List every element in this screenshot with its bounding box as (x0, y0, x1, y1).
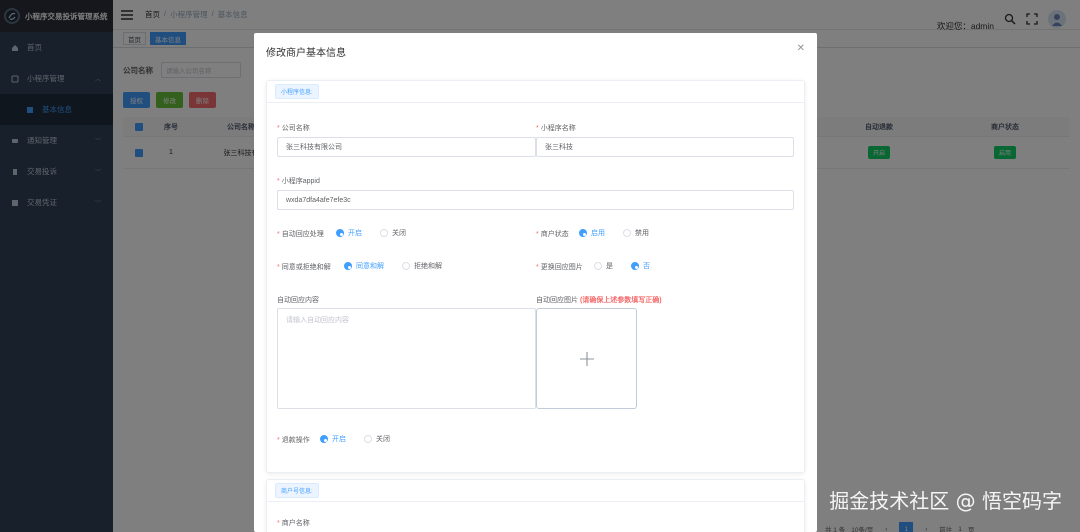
app-name-label: * 小程序名称 (536, 125, 576, 132)
image-upload[interactable] (536, 308, 637, 409)
agree-label: * 同意或拒绝和解 (277, 264, 331, 271)
plus-icon (579, 351, 594, 366)
app-name-input[interactable]: 张三科技 (536, 137, 794, 157)
pic-yes-radio[interactable] (594, 262, 602, 270)
company-input[interactable]: 张三科技有限公司 (277, 137, 536, 157)
close-icon[interactable]: ✕ (797, 43, 805, 54)
auto-handle-radio: 开启 关闭 (322, 228, 406, 238)
auto-off-radio[interactable] (380, 229, 388, 237)
appid-input[interactable]: wxda7dfa4afe7efe3c (277, 190, 794, 210)
company-label: * 公司名称 (277, 125, 310, 132)
watermark: 掘金技术社区 @ 悟空码字 (829, 489, 1062, 513)
merchant-status-label: * 商户状态 (536, 231, 569, 238)
refund-label: * 退款操作 (277, 437, 310, 444)
agree-no-radio[interactable] (402, 262, 410, 270)
pic-label: 自动回应图片 (请确保上述参数填写正确) (536, 297, 662, 304)
appid-label: * 小程序appid (277, 178, 320, 185)
merchant-name-label: * 商户名称 (277, 520, 310, 527)
auto-handle-label: * 自动回应处理 (277, 231, 324, 238)
refund-on-radio[interactable] (320, 435, 328, 443)
content-label: 自动回应内容 (277, 297, 319, 304)
dialog-title: 修改商户基本信息 (266, 48, 346, 59)
status-on-radio[interactable] (579, 229, 587, 237)
content-textarea[interactable]: 请输入自动回应内容 (277, 308, 536, 409)
pic-no-radio[interactable] (631, 262, 639, 270)
agree-yes-radio[interactable] (344, 262, 352, 270)
edit-merchant-dialog: 修改商户基本信息 ✕ 小程序信息: * 公司名称 张三科技有限公司 * 小程序名称 … (254, 33, 817, 532)
pic-change-label: * 更换回应图片 (536, 264, 583, 271)
refund-off-radio[interactable] (364, 435, 372, 443)
auto-on-radio[interactable] (336, 229, 344, 237)
section-merchant-info: 商户号信息: (275, 483, 319, 498)
app-info-card: 小程序信息: * 公司名称 张三科技有限公司 * 小程序名称 张三科技 * 小程序ap… (266, 80, 805, 473)
agree-radio: 同意和解 拒绝和解 (330, 261, 442, 271)
status-off-radio[interactable] (623, 229, 631, 237)
merchant-status-radio: 启用 禁用 (565, 228, 649, 238)
merchant-info-card: 商户号信息: * 商户名称 (266, 479, 805, 532)
pic-change-radio: 是 否 (580, 261, 650, 271)
refund-radio: 开启 关闭 (306, 434, 390, 444)
section-app-info: 小程序信息: (275, 84, 319, 99)
